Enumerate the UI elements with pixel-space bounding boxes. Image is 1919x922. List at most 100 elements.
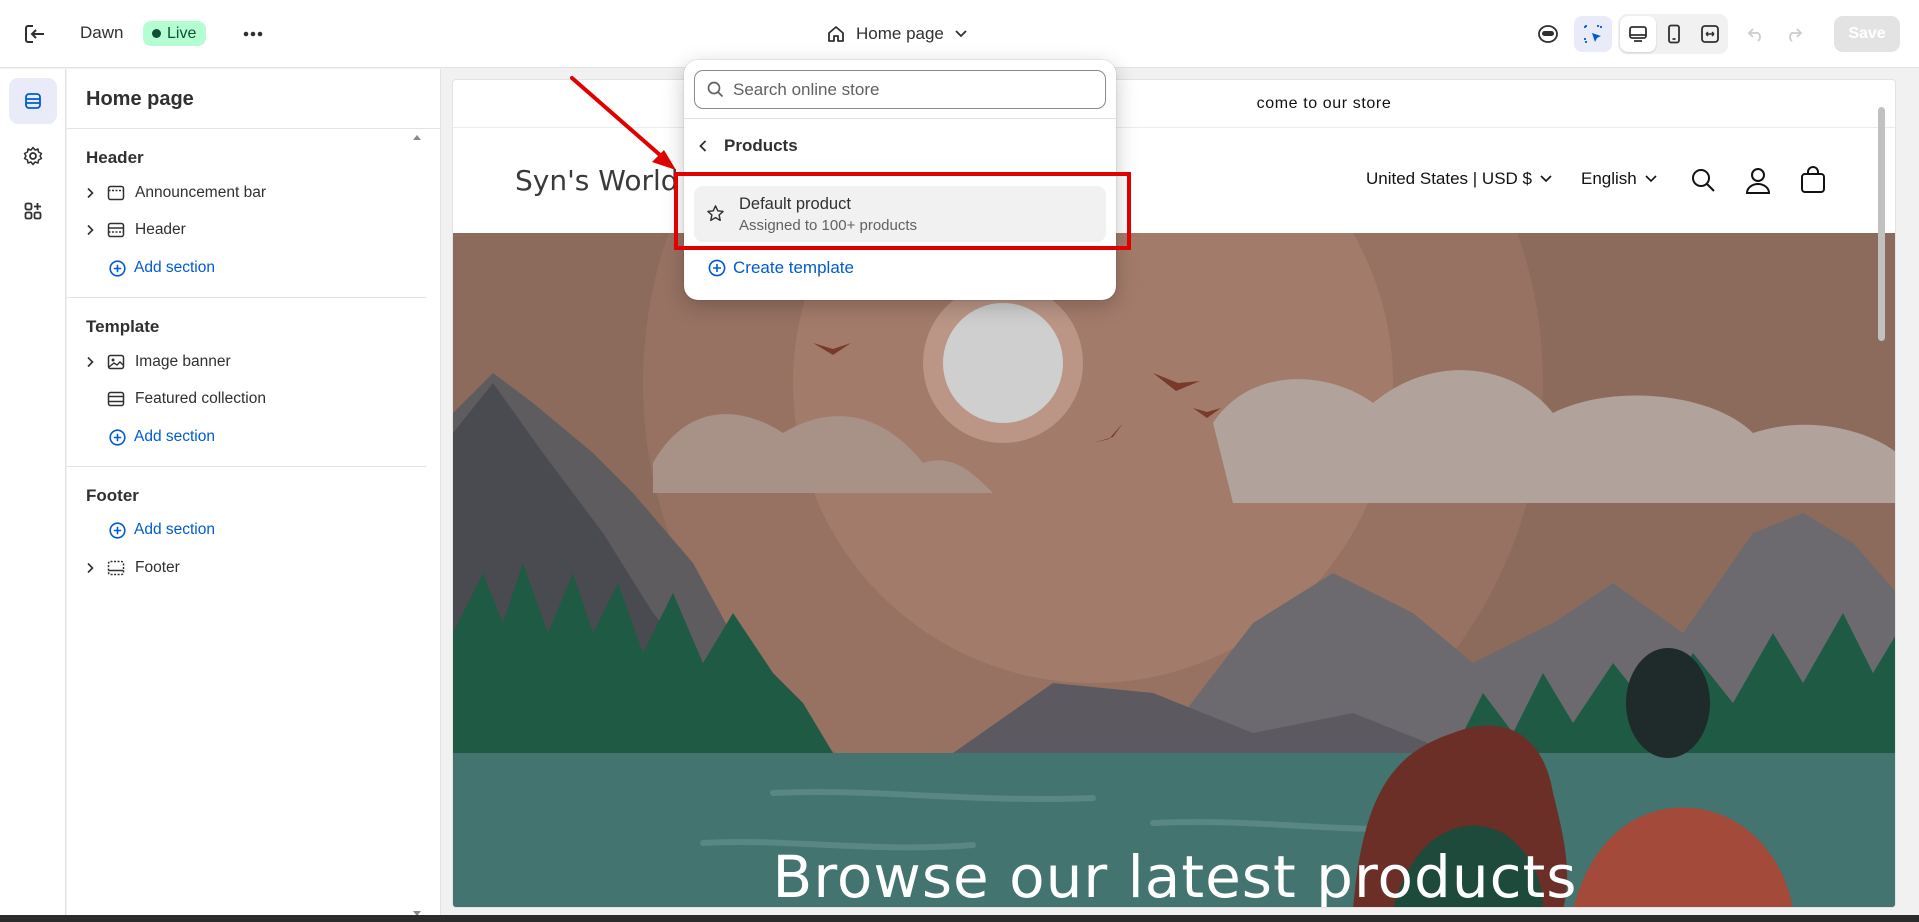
select-cursor-icon	[1584, 25, 1602, 43]
search-icon	[1692, 169, 1715, 192]
apps-icon	[24, 202, 42, 220]
full-width-view-button[interactable]	[1692, 16, 1728, 52]
section-item-label: Image banner	[135, 353, 231, 370]
live-dot-icon	[152, 29, 161, 38]
image-banner-icon	[106, 352, 126, 372]
more-actions-button[interactable]	[238, 20, 268, 48]
chevron-right-icon[interactable]	[82, 560, 98, 576]
theme-name: Dawn	[80, 23, 124, 42]
sections-sidebar: Home page Header Announcement bar Header…	[67, 69, 441, 922]
hero-title: Browse our latest products	[772, 843, 1578, 908]
section-item-label: Announcement bar	[135, 184, 266, 201]
featured-collection-icon	[106, 389, 126, 409]
section-item-label: Footer	[135, 559, 180, 576]
fullscreen-icon	[1701, 25, 1719, 43]
country-label: United States | USD $	[1366, 169, 1532, 188]
add-section-label: Add section	[134, 521, 215, 538]
editor-rail	[0, 69, 66, 922]
section-item-label: Header	[135, 221, 186, 238]
save-button[interactable]: Save	[1834, 16, 1900, 52]
preview-scrollbar-thumb[interactable]	[1878, 107, 1885, 341]
create-template-label: Create template	[733, 258, 854, 277]
chevron-down-icon	[955, 30, 967, 38]
hero-illustration	[453, 233, 1895, 907]
section-item-announcement-bar[interactable]: Announcement bar	[82, 178, 412, 208]
live-status-badge: Live	[143, 21, 207, 46]
annotation-highlight-box	[674, 172, 1131, 250]
section-item-featured-collection[interactable]: Featured collection	[82, 384, 412, 414]
chevron-right-icon[interactable]	[82, 354, 98, 370]
add-section-button-footer[interactable]: Add section	[109, 515, 215, 545]
search-button[interactable]	[1687, 164, 1719, 196]
group-title-footer: Footer	[86, 486, 139, 505]
account-icon	[1745, 168, 1771, 194]
announcement-text: come to our store	[1256, 94, 1392, 112]
redo-icon	[1789, 28, 1803, 42]
add-section-label: Add section	[134, 259, 215, 276]
footer-section-icon	[106, 558, 126, 578]
storefront-preview[interactable]: come to our store Syn's World United Sta…	[452, 79, 1896, 908]
mobile-icon	[1668, 24, 1680, 44]
image-banner[interactable]: Browse our latest products	[453, 233, 1895, 908]
plus-circle-icon	[109, 428, 126, 446]
undo-icon	[1747, 28, 1761, 42]
exit-button[interactable]	[18, 20, 52, 48]
annotation-arrow-icon	[570, 76, 676, 170]
window-bottom-edge	[0, 915, 1919, 922]
preview-area: come to our store Syn's World United Sta…	[442, 69, 1919, 922]
section-item-image-banner[interactable]: Image banner	[82, 347, 412, 377]
mobile-view-button[interactable]	[1656, 16, 1692, 52]
section-item-label: Featured collection	[135, 390, 266, 407]
plus-circle-icon	[109, 259, 126, 277]
top-bar: Dawn Live Home page Save	[0, 0, 1919, 68]
chevron-down-icon	[1540, 175, 1552, 183]
undo-button[interactable]	[1740, 16, 1772, 52]
account-button[interactable]	[1742, 164, 1774, 196]
language-label: English	[1581, 169, 1637, 188]
search-input[interactable]	[733, 79, 1093, 100]
country-selector[interactable]: United States | USD $	[1366, 169, 1552, 189]
divider	[67, 128, 441, 129]
plus-circle-icon	[708, 259, 726, 277]
desktop-view-button[interactable]	[1620, 16, 1656, 52]
section-item-header[interactable]: Header	[82, 215, 412, 245]
divider	[67, 297, 426, 298]
add-section-button-template[interactable]: Add section	[109, 422, 215, 452]
plus-circle-icon	[109, 521, 126, 539]
cart-icon	[1801, 166, 1825, 193]
theme-settings-tab-button[interactable]	[9, 133, 57, 179]
app-embeds-tab-button[interactable]	[9, 188, 57, 234]
scroll-up-arrow-icon[interactable]	[412, 133, 422, 141]
search-icon	[707, 81, 724, 98]
chevron-right-icon[interactable]	[82, 185, 98, 201]
search-online-store-field[interactable]	[694, 70, 1106, 109]
divider	[684, 118, 1116, 119]
header-section-icon	[106, 220, 126, 240]
desktop-icon	[1629, 26, 1647, 42]
chevron-right-icon[interactable]	[82, 222, 98, 238]
redo-button[interactable]	[1778, 16, 1810, 52]
back-label: Products	[724, 136, 798, 155]
language-selector[interactable]: English	[1581, 169, 1657, 189]
chevron-left-icon	[699, 140, 707, 152]
sidekick-icon	[1538, 25, 1558, 43]
divider	[67, 466, 426, 467]
group-title-template: Template	[86, 317, 160, 336]
sections-tab-button[interactable]	[9, 78, 57, 124]
create-template-button[interactable]: Create template	[708, 255, 854, 281]
gear-icon	[23, 146, 43, 166]
chevron-down-icon	[1645, 175, 1657, 183]
inspector-toggle-button[interactable]	[1574, 16, 1612, 52]
sidebar-title: Home page	[86, 88, 194, 110]
group-title-header: Header	[86, 148, 144, 167]
add-section-label: Add section	[134, 428, 215, 445]
sections-icon	[25, 93, 41, 109]
page-selector[interactable]: Home page	[826, 18, 968, 50]
section-item-footer[interactable]: Footer	[82, 553, 412, 583]
home-icon	[828, 26, 844, 42]
cart-button[interactable]	[1797, 164, 1829, 196]
back-to-products-button[interactable]: Products	[698, 131, 798, 161]
more-horizontal-icon	[243, 31, 263, 37]
sidekick-button[interactable]	[1531, 16, 1565, 52]
add-section-button-header[interactable]: Add section	[109, 253, 215, 283]
